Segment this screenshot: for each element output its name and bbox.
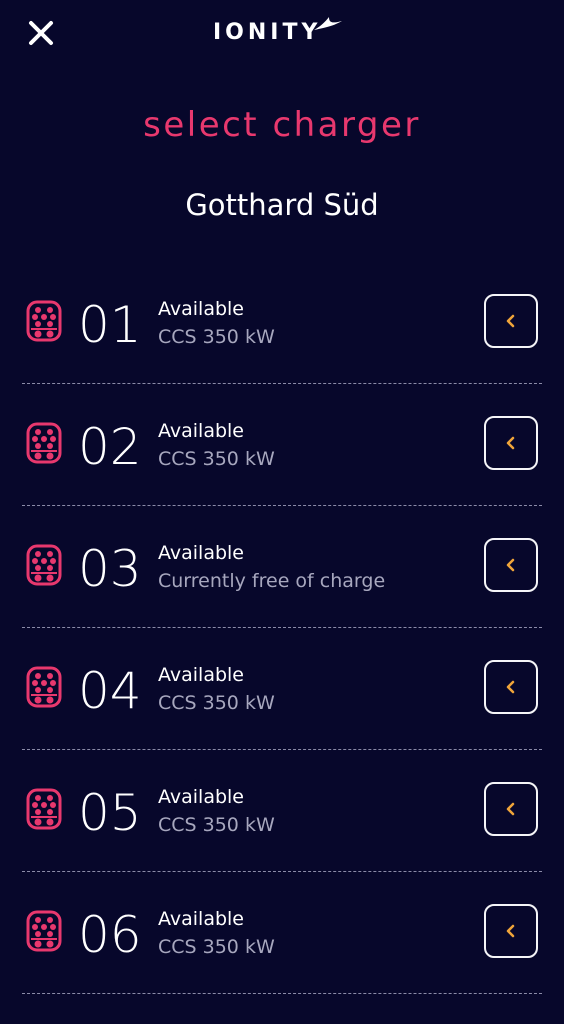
charger-row[interactable]: 02 Available CCS 350 kW <box>22 384 542 506</box>
charger-number: 03 <box>78 540 142 598</box>
top-bar: IONITY <box>0 0 564 66</box>
close-button[interactable] <box>24 16 58 50</box>
charger-detail: Currently free of charge <box>158 570 386 592</box>
charger-number: 01 <box>78 296 142 354</box>
select-charger-button[interactable] <box>484 416 538 470</box>
select-charger-button[interactable] <box>484 782 538 836</box>
charger-status: Available <box>158 664 245 686</box>
charger-status: Available <box>158 786 245 808</box>
charger-detail: CCS 350 kW <box>158 936 275 958</box>
charger-detail: CCS 350 kW <box>158 692 275 714</box>
ccs-plug-icon <box>26 788 62 830</box>
charger-row[interactable]: 06 Available CCS 350 kW <box>22 872 542 994</box>
select-charger-button[interactable] <box>484 660 538 714</box>
charger-detail: CCS 350 kW <box>158 448 275 470</box>
charger-status: Available <box>158 542 245 564</box>
charger-row[interactable]: 05 Available CCS 350 kW <box>22 750 542 872</box>
select-charger-button[interactable] <box>484 538 538 592</box>
charger-row[interactable]: 01 Available CCS 350 kW <box>22 262 542 384</box>
brand-name: IONITY <box>213 20 322 45</box>
charger-number: 05 <box>78 784 142 842</box>
ccs-plug-icon <box>26 910 62 952</box>
charger-number: 02 <box>78 418 142 476</box>
charger-row[interactable]: 04 Available CCS 350 kW <box>22 628 542 750</box>
ccs-plug-icon <box>26 422 62 464</box>
charger-status: Available <box>158 298 245 320</box>
page-title: select charger <box>143 105 421 145</box>
chevron-left-icon <box>506 802 515 816</box>
close-icon <box>29 21 53 45</box>
charger-detail: CCS 350 kW <box>158 814 275 836</box>
select-charger-button[interactable] <box>484 904 538 958</box>
charger-number: 06 <box>78 906 142 964</box>
charger-detail: CCS 350 kW <box>158 326 275 348</box>
select-charger-screen: IONITY select charger Gotthard Süd 01 Ava… <box>0 0 564 1024</box>
chevron-left-icon <box>506 436 515 450</box>
chevron-left-icon <box>506 558 515 572</box>
charger-number: 04 <box>78 662 142 720</box>
charger-list: 01 Available CCS 350 kW 02 Available CCS 350 … <box>22 262 542 994</box>
select-charger-button[interactable] <box>484 294 538 348</box>
charger-status: Available <box>158 908 245 930</box>
ccs-plug-icon <box>26 666 62 708</box>
chevron-left-icon <box>506 314 515 328</box>
chevron-left-icon <box>506 680 515 694</box>
charger-status: Available <box>158 420 245 442</box>
bird-icon <box>314 17 343 30</box>
ccs-plug-icon <box>26 300 62 342</box>
charger-row[interactable]: 03 Available Currently free of charge <box>22 506 542 628</box>
station-name: Gotthard Süd <box>185 188 379 222</box>
ccs-plug-icon <box>26 544 62 586</box>
ionity-logo: IONITY <box>213 17 343 48</box>
chevron-left-icon <box>506 924 515 938</box>
